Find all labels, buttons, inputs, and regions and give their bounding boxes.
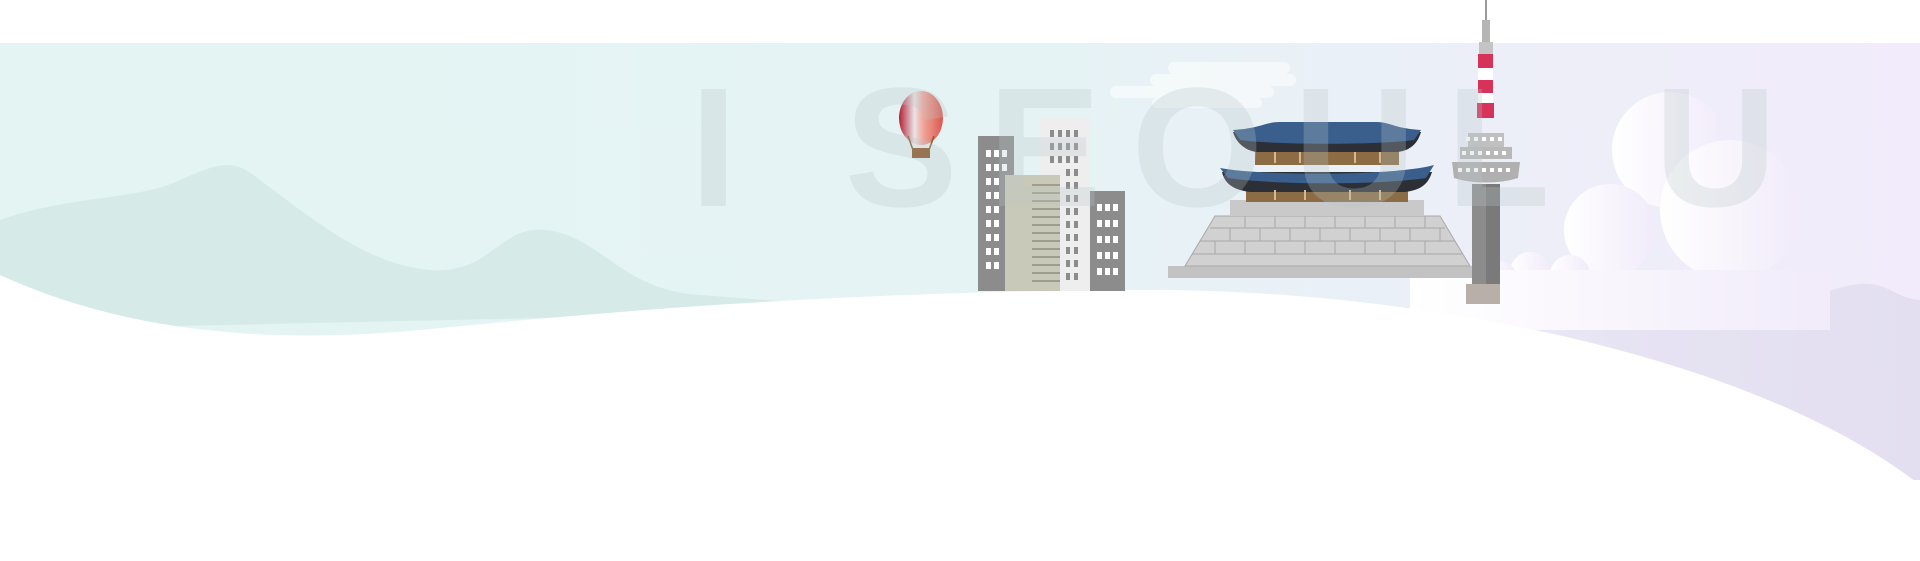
seoul-banner-illustration — [0, 0, 1920, 561]
